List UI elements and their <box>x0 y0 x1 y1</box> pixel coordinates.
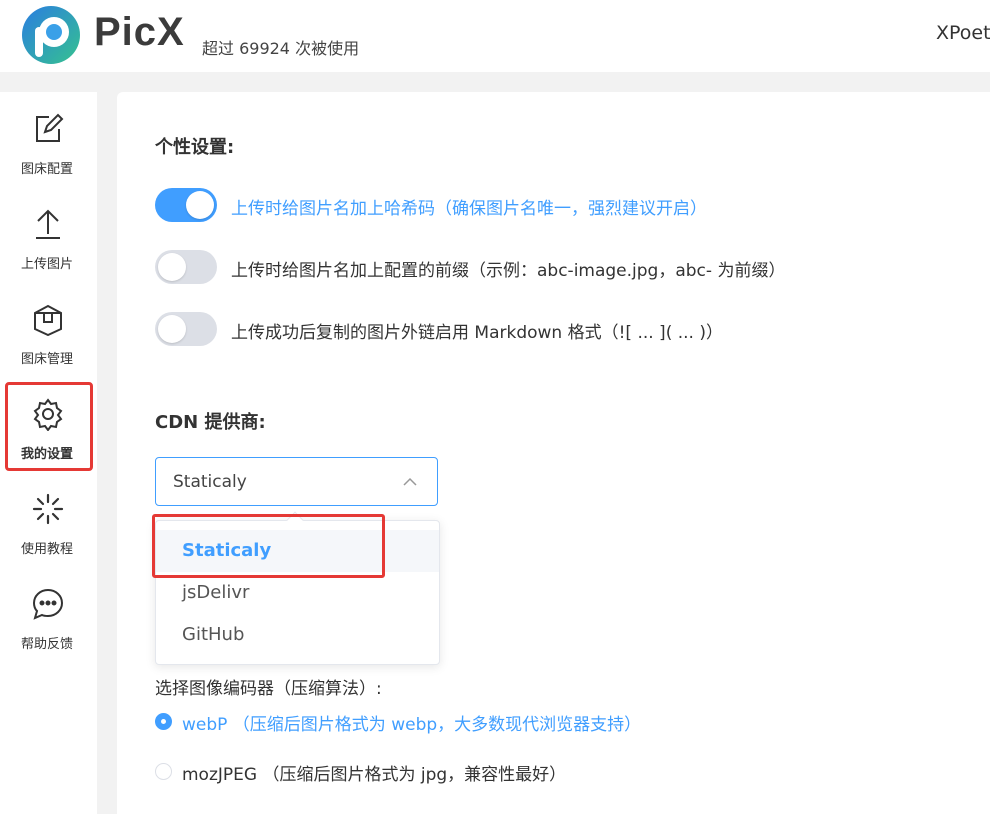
personal-settings-title: 个性设置: <box>155 137 235 158</box>
toggle-knob <box>158 253 186 281</box>
hash-toggle-label: 上传时给图片名加上哈希码（确保图片名唯一，强烈建议开启） <box>231 199 707 219</box>
active-nav-highlight <box>5 382 93 471</box>
prefix-toggle-label: 上传时给图片名加上配置的前缀（示例：abc-image.jpg，abc- 为前缀… <box>231 261 786 281</box>
hash-toggle[interactable] <box>155 188 217 222</box>
sidebar-item-upload[interactable]: 上传图片 <box>7 193 93 279</box>
brand-name: PicX <box>94 10 185 54</box>
sidebar-item-label: 图床配置 <box>20 162 73 177</box>
radio-button[interactable] <box>155 713 172 730</box>
picx-logo-icon <box>22 6 80 64</box>
prefix-toggle[interactable] <box>155 250 217 284</box>
encoder-option-label: mozJPEG （压缩后图片格式为 jpg，兼容性最好） <box>182 765 567 785</box>
selected-option-highlight <box>152 514 385 578</box>
sidebar-item-picture-bed-config[interactable]: 图床配置 <box>7 98 93 184</box>
loading-icon <box>32 493 64 525</box>
sidebar-item-tutorial[interactable]: 使用教程 <box>7 478 93 564</box>
chat-icon <box>32 588 64 620</box>
box-icon <box>34 304 62 336</box>
markdown-toggle[interactable] <box>155 312 217 346</box>
sidebar-item-label: 图床管理 <box>20 352 73 367</box>
app-header: PicX 超过 69924 次被使用 XPoet <box>0 0 990 72</box>
settings-panel: 个性设置: 上传时给图片名加上哈希码（确保图片名唯一，强烈建议开启） 上传时给图… <box>117 92 990 814</box>
sidebar-item-label: 上传图片 <box>20 257 73 272</box>
upload-icon <box>36 209 60 239</box>
sidebar-item-label: 帮助反馈 <box>20 637 73 652</box>
markdown-toggle-label: 上传成功后复制的图片外链启用 Markdown 格式（![ ... ]( ...… <box>231 323 723 343</box>
toggle-knob <box>158 315 186 343</box>
cdn-option-label: jsDelivr <box>182 582 250 603</box>
cdn-option-jsdelivr[interactable]: jsDelivr <box>156 572 439 614</box>
edit-icon <box>36 113 64 142</box>
toggle-knob <box>186 191 214 219</box>
user-name[interactable]: XPoet <box>936 22 990 44</box>
sidebar-item-feedback[interactable]: 帮助反馈 <box>7 573 93 659</box>
encoder-title: 选择图像编码器（压缩算法）: <box>155 679 382 699</box>
radio-button[interactable] <box>155 763 172 780</box>
usage-count: 超过 69924 次被使用 <box>202 39 360 58</box>
chevron-up-icon <box>403 477 417 486</box>
cdn-option-label: GitHub <box>182 624 245 645</box>
encoder-option-label: webP （压缩后图片格式为 webp，大多数现代浏览器支持） <box>182 715 642 735</box>
cdn-option-github[interactable]: GitHub <box>156 614 439 656</box>
cdn-provider-title: CDN 提供商: <box>155 412 266 433</box>
sidebar-item-manage[interactable]: 图床管理 <box>7 288 93 374</box>
cdn-select-value: Staticaly <box>173 472 247 492</box>
cdn-provider-select[interactable]: Staticaly <box>155 457 438 506</box>
sidebar-item-label: 使用教程 <box>20 542 73 557</box>
